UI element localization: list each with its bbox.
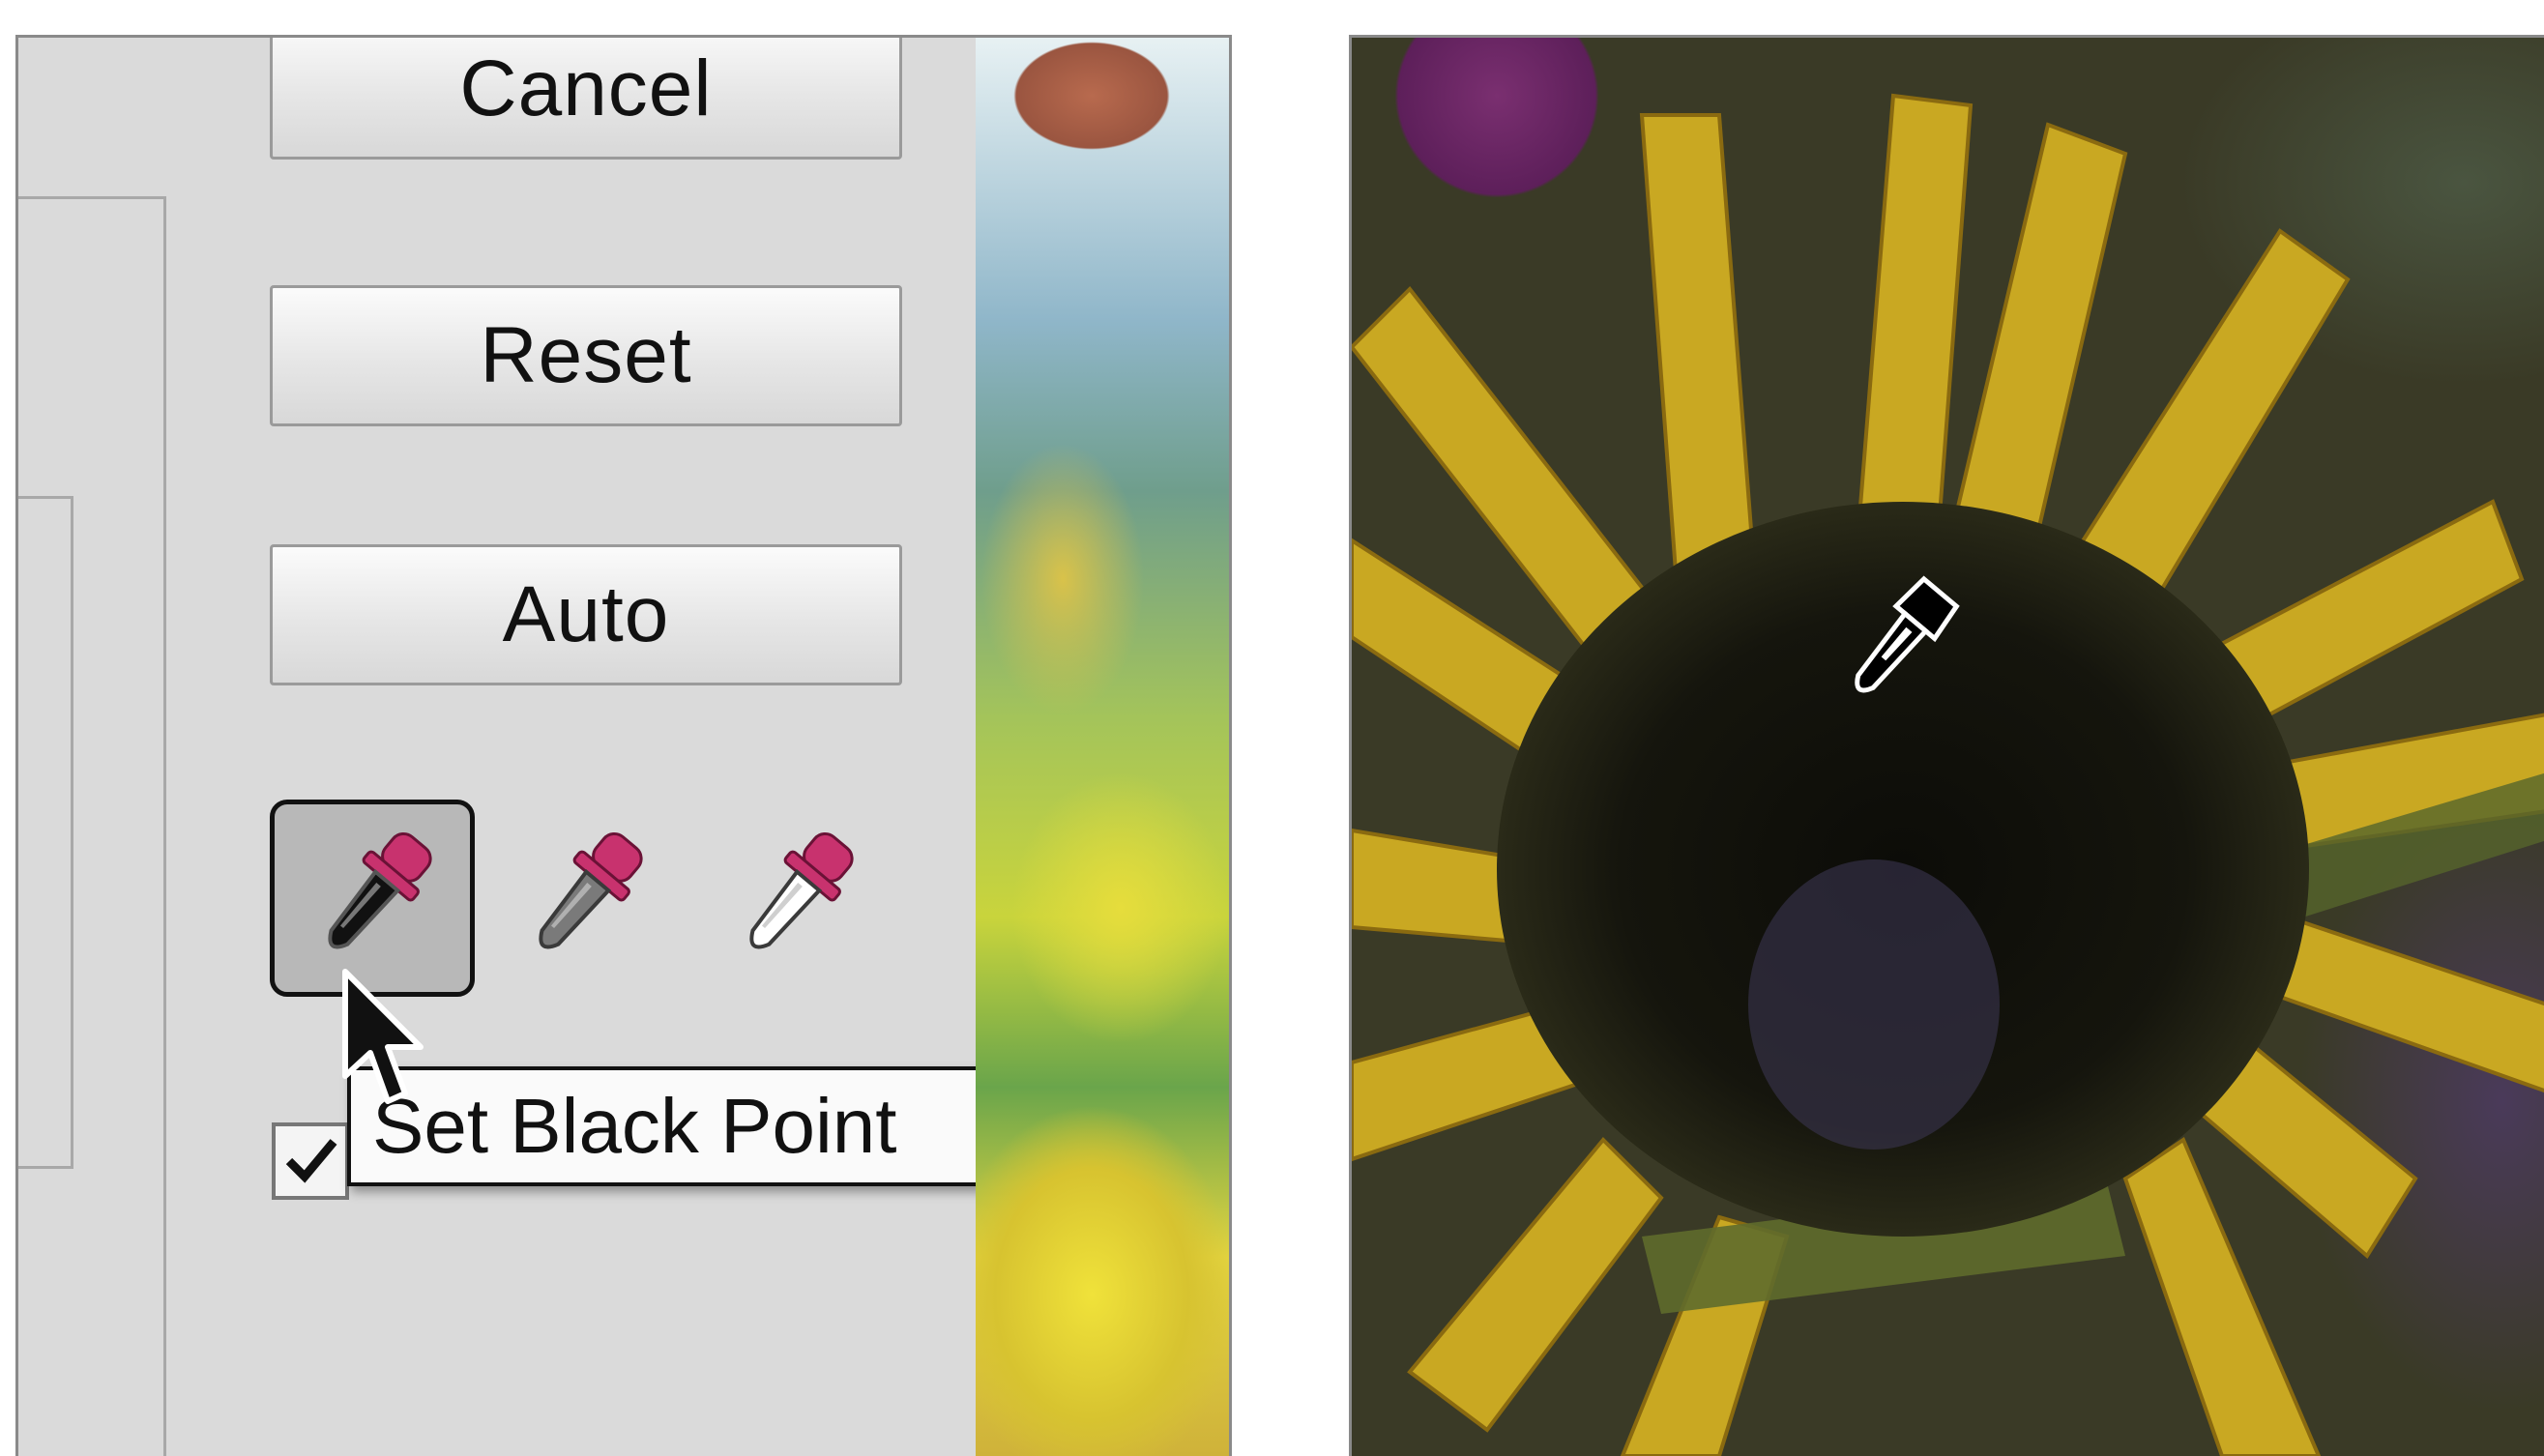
histogram-inner-frame — [18, 496, 73, 1169]
gray-eyedropper-icon — [539, 831, 643, 949]
checkmark-icon — [285, 1139, 337, 1183]
black-eyedropper-icon — [328, 831, 432, 949]
set-black-point-tooltip: Set Black Point — [347, 1066, 1045, 1186]
cancel-button[interactable]: Cancel — [270, 38, 902, 160]
reset-button[interactable]: Reset — [270, 285, 902, 426]
gray-point-eyedropper-button[interactable] — [481, 800, 686, 997]
tooltip-text: Set Black Point — [372, 1083, 897, 1169]
photo-preview-strip — [976, 38, 1229, 1456]
zoomed-sunflower-image — [1349, 35, 2544, 1456]
white-point-eyedropper-button[interactable] — [691, 800, 896, 997]
levels-dialog-panel: Cancel Reset Auto Set Black Point — [15, 35, 1232, 1456]
arrow-cursor-icon — [342, 969, 424, 1104]
preview-checkbox[interactable] — [272, 1122, 349, 1200]
levels-dialog: Cancel Reset Auto Set Black Point — [18, 38, 1045, 1456]
white-eyedropper-icon — [749, 831, 854, 949]
auto-button[interactable]: Auto — [270, 544, 902, 685]
sunflower-image — [1352, 93, 2544, 1456]
